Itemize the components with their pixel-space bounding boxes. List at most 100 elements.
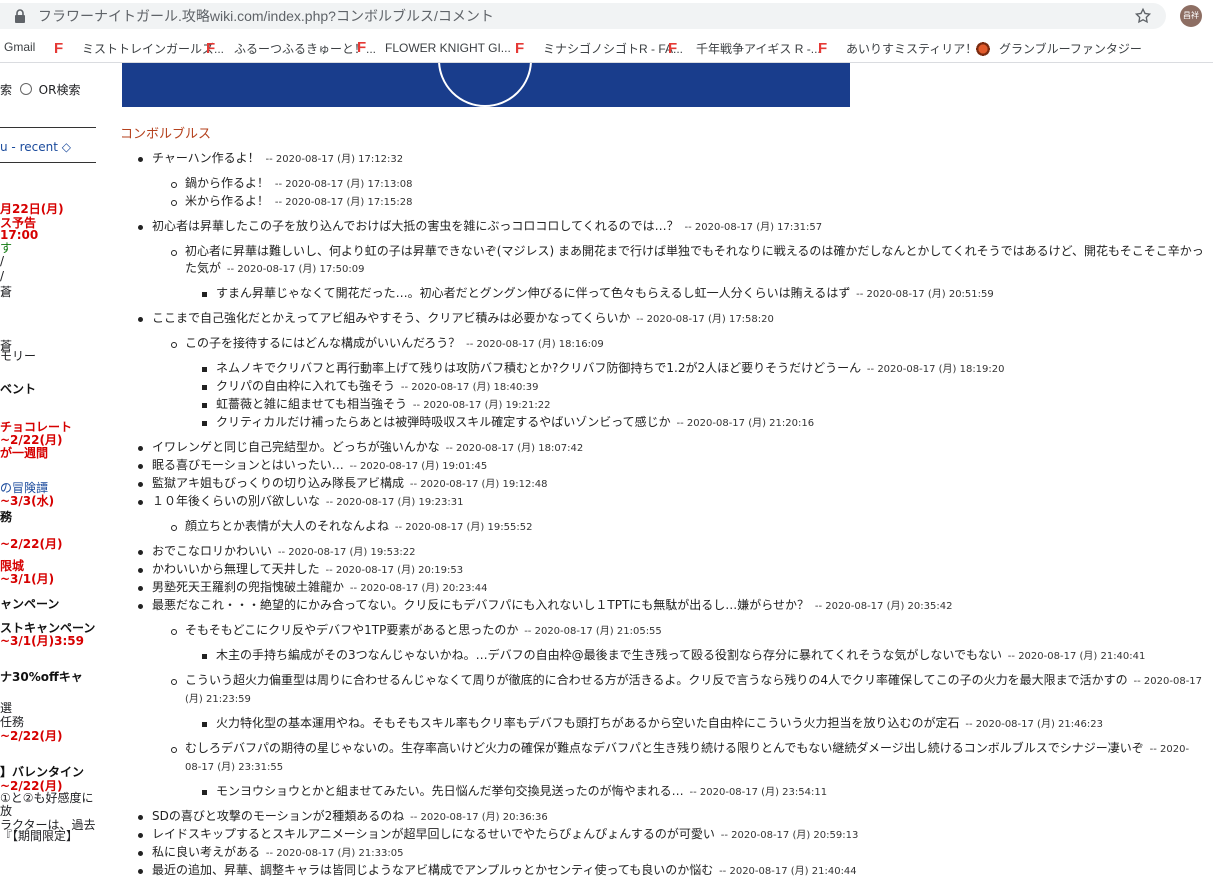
divider xyxy=(0,162,96,163)
comment-date: -- 2020-08-17 (月) 23:54:11 xyxy=(689,787,828,798)
comment-text: 男塾死天王羅刹の兜指愧破土雑龍か xyxy=(152,580,345,594)
comment-text: ここまで自己強化だとかえってアビ組みやすそう、クリアビ積みは必要かなってくらいか xyxy=(152,311,631,325)
comment-gap xyxy=(120,536,1205,543)
f-favicon-icon: F xyxy=(818,39,828,57)
bookmarks-bar: Gmail F ミストトレインガールズ... F ふるーつふるきゅーと！... … xyxy=(0,34,1213,63)
bookmark-granblue[interactable]: グランブルーファンタジー xyxy=(975,40,1142,57)
bullet-icon xyxy=(202,292,207,297)
comment-row: 初心者は昇華したこの子を放り込んでおけば大抵の害虫を雑にぶっコロコロしてくれるの… xyxy=(138,218,1205,236)
page-title[interactable]: コンボルブルス xyxy=(120,123,211,142)
comment-date: -- 2020-08-17 (月) 21:33:05 xyxy=(265,848,404,859)
bookmark-mist-train[interactable]: F ミストトレインガールズ... xyxy=(54,40,224,57)
comment-row: イワレンゲと同じ自己完結型か。どっちが強いんかな -- 2020-08-17 (… xyxy=(138,439,1205,457)
bullet-icon xyxy=(138,851,143,856)
comment-text: 初心者は昇華したこの子を放り込んでおけば大抵の害虫を雑にぶっコロコロしてくれるの… xyxy=(152,219,679,233)
bookmark-aigis[interactable]: F 千年戦争アイギス R -... xyxy=(668,40,821,57)
bullet-icon xyxy=(171,747,177,753)
comment-text: ネムノキでクリバフと再行動率上げて残りは攻防バフ積むとか?クリバフ防御持ちで1.… xyxy=(216,361,862,375)
bullet-icon xyxy=(138,869,143,874)
comment-date: -- 2020-08-17 (月) 19:12:48 xyxy=(409,479,548,490)
comment-date: -- 2020-08-17 (月) 21:40:41 xyxy=(1007,651,1146,662)
lock-icon[interactable] xyxy=(14,9,28,23)
comment-date: -- 2020-08-17 (月) 21:05:55 xyxy=(524,626,662,637)
bullet-icon xyxy=(202,421,207,426)
comment-gap xyxy=(120,211,1205,218)
bookmark-label: ミナシゴノシゴトR - FA... xyxy=(543,42,684,56)
sidebar-line: 『【期間限定】 xyxy=(0,829,79,843)
sidebar-line: ~2/22(月) xyxy=(0,433,63,447)
comment-item: 最悪だなこれ・・・絶望的にかみ合ってない。クリ反にもデバフパにも入れないし１TP… xyxy=(120,597,1205,615)
sidebar-line: ~3/1(月) xyxy=(0,572,55,586)
bullet-icon xyxy=(138,604,143,609)
comment-gap xyxy=(120,278,1205,285)
comment-date: -- 2020-08-17 (月) 20:23:44 xyxy=(349,583,488,594)
comment-date: -- 2020-08-17 (月) 18:16:09 xyxy=(466,339,604,350)
comment-text: むしろデバフパの期待の星じゃないの。生存率高いけど火力の確保が難点なデバフパと生… xyxy=(185,741,1144,755)
bullet-icon xyxy=(202,790,207,795)
comment-gap xyxy=(120,708,1205,715)
sidebar-line: 任務 xyxy=(0,715,25,729)
bookmark-flower-knight[interactable]: F FLOWER KNIGHT GI... xyxy=(357,40,511,56)
comment-item: レイドスキップするとスキルアニメーションが超早回しになるせいでやたらぴょんぴょん… xyxy=(120,826,1205,844)
bullet-icon xyxy=(171,679,177,685)
or-search-radio[interactable] xyxy=(19,83,32,95)
sidebar-line: ①と②も好感度に xyxy=(0,791,94,805)
comment-row: 米から作るよ！ -- 2020-08-17 (月) 17:15:28 xyxy=(171,193,1205,211)
bookmark-fruits[interactable]: F ふるーつふるきゅーと！... xyxy=(206,40,376,57)
bookmark-gmail[interactable]: Gmail xyxy=(4,40,35,54)
comment-gap xyxy=(120,640,1205,647)
profile-avatar[interactable]: 昌祥 xyxy=(1180,5,1202,27)
bookmark-iris-mysteria[interactable]: F あいりすミスティリア！... xyxy=(818,40,987,57)
comment-date: -- 2020-08-17 (月) 20:36:36 xyxy=(410,812,548,823)
comment-item: 最近の追加、昇華、調整キャラは皆同じようなアビ構成でアンプルゥとかセンティ使って… xyxy=(120,862,1205,880)
comment-item: 男塾死天王羅刹の兜指愧破土雑龍か -- 2020-08-17 (月) 20:23… xyxy=(120,579,1205,597)
sidebar-line: ~2/22(月) xyxy=(0,729,63,743)
sidebar-line: ナ30%offキャ xyxy=(0,670,83,684)
comment-gap xyxy=(120,511,1205,518)
comment-row: 顔立ちとか表情が大人のそれなんよね -- 2020-08-17 (月) 19:5… xyxy=(171,518,1205,536)
f-favicon-icon: F xyxy=(54,39,64,57)
url-text[interactable]: フラワーナイトガール.攻略wiki.com/index.php?コンボルブルス/… xyxy=(38,6,494,26)
divider xyxy=(0,127,96,128)
comment-date: -- 2020-08-17 (月) 21:20:16 xyxy=(676,418,815,429)
sidebar-line: / xyxy=(0,254,5,268)
comment-gap xyxy=(120,328,1205,335)
comment-date: -- 2020-08-17 (月) 17:50:09 xyxy=(226,264,365,275)
bookmark-star-icon[interactable] xyxy=(1134,7,1152,25)
comment-row: こういう超火力偏重型は周りに合わせるんじゃなくて周りが徹底的に合わせる方が活きる… xyxy=(171,672,1205,708)
comment-date: -- 2020-08-17 (月) 17:31:57 xyxy=(684,222,823,233)
bullet-icon xyxy=(171,629,177,635)
url-omnibox[interactable]: フラワーナイトガール.攻略wiki.com/index.php?コンボルブルス/… xyxy=(0,3,1166,29)
search-frag: 索 xyxy=(0,83,13,97)
sidebar-line: 限城 xyxy=(0,559,25,573)
comment-item: モンヨウショウとかと組ませてみたい。先日悩んだ挙句交換見送ったのが悔やまれる… … xyxy=(120,783,1205,801)
comment-row: 監獄アキ姐もびっくりの切り込み隊長アビ構成 -- 2020-08-17 (月) … xyxy=(138,475,1205,493)
comment-text: おでこなロリかわいい xyxy=(152,544,273,558)
sidebar-line: ベント xyxy=(0,382,37,396)
bullet-icon xyxy=(171,342,177,348)
bookmark-label: ミストトレインガールズ... xyxy=(82,42,225,56)
bookmark-label: 千年戦争アイギス R -... xyxy=(696,42,821,56)
comment-item: 眠る喜びモーションとはいったい… -- 2020-08-17 (月) 19:01… xyxy=(120,457,1205,475)
menu-recent-link[interactable]: u - recent ◇ xyxy=(0,140,71,154)
comment-item: クリティカルだけ補ったらあとは被弾時吸収スキル確定するやばいゾンビって感じか -… xyxy=(120,414,1205,432)
sidebar-line[interactable]: の冒険譚 xyxy=(0,481,48,495)
comment-item: クリパの自由枠に入れても強そう -- 2020-08-17 (月) 18:40:… xyxy=(120,378,1205,396)
bookmark-minashigo[interactable]: F ミナシゴノシゴトR - FA... xyxy=(515,40,683,57)
comment-text: すまん昇華じゃなくて開花だった…。初心者だとグングン伸びるに伴って色々もらえるし… xyxy=(216,286,851,300)
comment-text: 最近の追加、昇華、調整キャラは皆同じようなアビ構成でアンプルゥとかセンティ使って… xyxy=(152,863,714,877)
bookmark-label: ふるーつふるきゅーと！... xyxy=(234,42,377,56)
comment-text: 米から作るよ！ xyxy=(185,194,270,208)
comment-gap xyxy=(120,353,1205,360)
comment-row: SDの喜びと攻撃のモーションが2種類あるのね -- 2020-08-17 (月)… xyxy=(138,808,1205,826)
comment-text: そもそもどこにクリ反やデバフや1TP要素があると思ったのか xyxy=(185,623,519,637)
bookmark-label: グランブルーファンタジー xyxy=(999,42,1142,56)
comment-gap xyxy=(120,776,1205,783)
bullet-icon xyxy=(138,317,143,322)
comment-text: SDの喜びと攻撃のモーションが2種類あるのね xyxy=(152,809,405,823)
comment-date: -- 2020-08-17 (月) 19:23:31 xyxy=(325,497,464,508)
comment-row: 初心者に昇華は難しいし、何より虹の子は昇華できないぞ(マジレス) まあ開花まで行… xyxy=(171,243,1205,278)
comment-row: 男塾死天王羅刹の兜指愧破土雑龍か -- 2020-08-17 (月) 20:23… xyxy=(138,579,1205,597)
comment-item: この子を接待するにはどんな構成がいいんだろう？ -- 2020-08-17 (月… xyxy=(120,335,1205,353)
sidebar-line: ャンペーン xyxy=(0,597,60,611)
